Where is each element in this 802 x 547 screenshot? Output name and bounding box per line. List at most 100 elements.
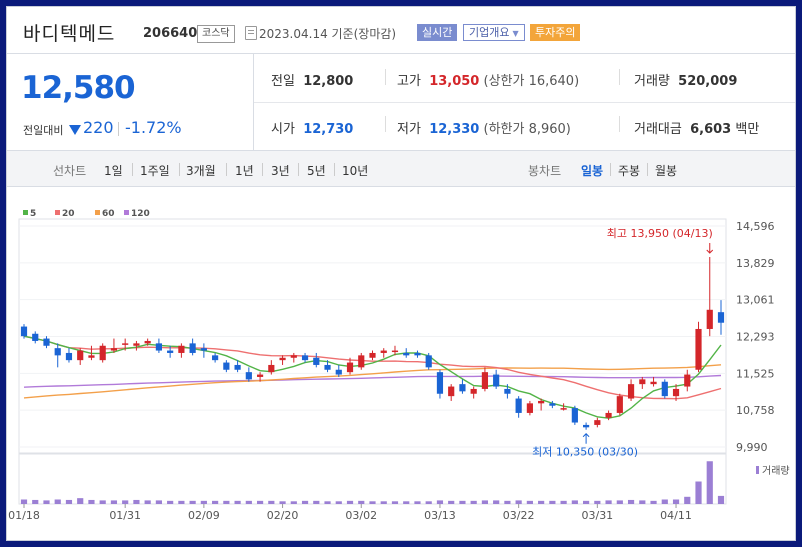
candle-body — [77, 350, 84, 361]
candle-body — [594, 420, 601, 425]
candle-body — [672, 388, 680, 397]
volume-bar — [43, 500, 50, 504]
high-annotation: 최고 13,950 (04/13) — [607, 227, 713, 240]
candle-body — [661, 381, 668, 397]
candle-body — [470, 388, 477, 394]
low-arrow-icon — [582, 433, 590, 444]
volume-bar — [335, 501, 342, 504]
candle-body — [43, 338, 50, 346]
volume-bar — [436, 500, 444, 504]
candle-body — [223, 362, 230, 370]
legend-swatch-120 — [124, 210, 129, 215]
candle-body — [627, 384, 635, 399]
candle-body — [706, 309, 713, 329]
volume-bar — [200, 500, 207, 504]
volume-bar — [481, 500, 489, 504]
candle-body — [324, 364, 331, 370]
candle-body — [122, 343, 129, 345]
volume-bar — [110, 500, 118, 504]
legend-label-20: 20 — [62, 209, 75, 219]
y-tick-label: 12,293 — [736, 331, 775, 344]
volume-bar — [178, 500, 185, 504]
volume-bar — [425, 501, 432, 504]
x-tick-label: 02/20 — [267, 509, 299, 522]
candle-body — [110, 348, 118, 351]
volume-bar — [88, 499, 95, 504]
volume-bar — [639, 500, 646, 504]
volume-bar — [605, 500, 612, 504]
x-tick-label: 02/09 — [188, 509, 220, 522]
candle-body — [493, 374, 500, 387]
volume-bar — [279, 501, 286, 504]
candle-body — [504, 388, 511, 394]
candle-body — [391, 350, 399, 353]
volume-bar — [414, 501, 421, 504]
volume-bar — [189, 500, 196, 504]
ma120-line — [23, 374, 722, 388]
volume-bar — [369, 501, 376, 504]
candle-body — [425, 355, 432, 368]
legend-label-120: 120 — [131, 209, 150, 219]
candle-body — [560, 408, 567, 410]
volume-bar — [32, 499, 39, 504]
volume-bar — [346, 500, 354, 504]
x-tick-label: 03/31 — [581, 509, 613, 522]
candle-body — [279, 357, 286, 361]
volume-bar — [538, 500, 545, 504]
candle-body — [268, 364, 275, 373]
price-chart: 5 20 60 120 14,596 13,829 13,061 12,293 11,525 10… — [8, 209, 789, 522]
candle-body — [481, 372, 489, 389]
candle-body — [178, 345, 185, 353]
x-tick-label: 01/18 — [8, 509, 40, 522]
volume-bar — [594, 500, 601, 504]
candle-body — [616, 396, 623, 413]
candle-body — [515, 398, 522, 413]
volume-plot-area — [18, 452, 727, 505]
candle-body — [369, 352, 376, 358]
x-tick-label: 03/22 — [503, 509, 535, 522]
volume-bar — [358, 500, 365, 504]
low-annotation: 최저 10,350 (03/30) — [532, 446, 638, 459]
volume-bar — [245, 500, 252, 504]
legend-label-60: 60 — [102, 209, 115, 219]
candle-body — [99, 345, 106, 361]
x-tick-label: 03/02 — [345, 509, 377, 522]
candle-body — [358, 355, 365, 368]
y-tick-label: 10,758 — [736, 404, 775, 417]
volume-bar — [717, 495, 725, 504]
candle-body — [245, 372, 252, 380]
candle-body — [583, 424, 590, 428]
candle-body — [234, 364, 241, 370]
volume-bar — [470, 500, 477, 504]
volume-legend-swatch — [756, 466, 759, 474]
candle-body — [571, 408, 578, 423]
candle-body — [313, 357, 320, 365]
y-tick-label: 13,061 — [736, 294, 775, 307]
volume-bar — [695, 481, 702, 504]
candle-body — [717, 312, 725, 323]
volume-bar — [571, 500, 578, 504]
legend-swatch-60 — [95, 210, 100, 215]
volume-bar — [672, 499, 680, 504]
y-tick-label: 14,596 — [736, 220, 775, 233]
legend-swatch-5 — [23, 210, 28, 215]
candle-body — [346, 362, 354, 373]
candle-body — [549, 403, 556, 406]
volume-bar — [122, 500, 129, 504]
candle-body — [538, 400, 545, 404]
candle-body — [459, 384, 466, 392]
volume-bar — [684, 496, 691, 504]
stock-panel: 바디텍메드 206640 코스닥 2023.04.14 기준(장마감) 실시간 … — [6, 6, 796, 541]
volume-bar — [144, 500, 151, 504]
candle-body — [189, 343, 196, 353]
candle-body — [155, 343, 162, 351]
candle-body — [290, 355, 297, 358]
x-tick-label: 01/31 — [109, 509, 141, 522]
volume-bar — [212, 500, 219, 504]
volume-bar — [20, 499, 28, 504]
candle-body — [20, 326, 28, 337]
legend-label-5: 5 — [30, 209, 36, 219]
y-tick-label: 9,990 — [736, 441, 768, 454]
candle-body — [414, 352, 421, 356]
candle-body — [212, 355, 219, 361]
